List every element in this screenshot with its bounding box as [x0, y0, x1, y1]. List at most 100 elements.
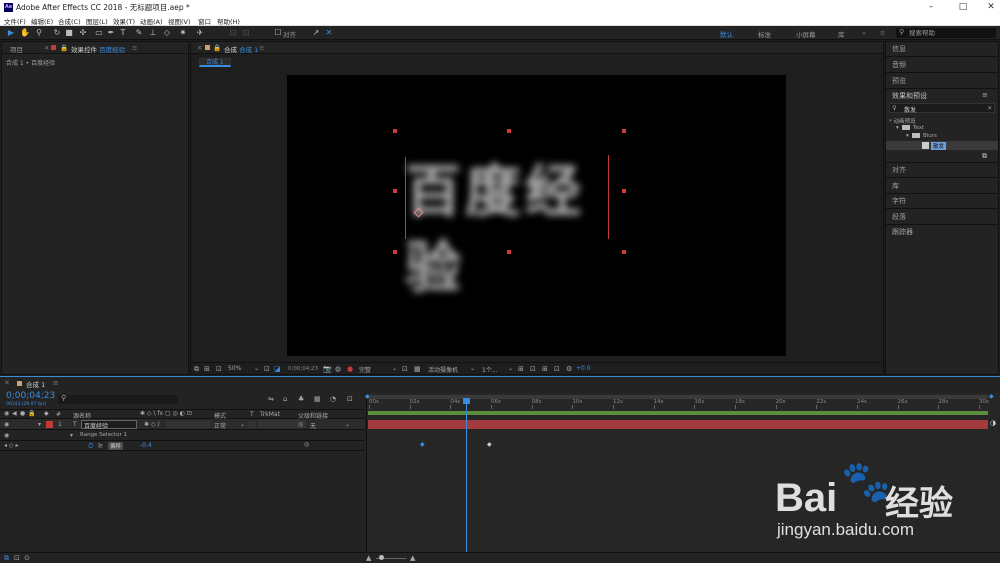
- range-visibility-icon[interactable]: ◉: [4, 432, 9, 439]
- work-area-bar[interactable]: [368, 395, 988, 399]
- workspace-more-icon[interactable]: »: [862, 29, 866, 37]
- timeline-icon[interactable]: ⊞: [542, 365, 548, 373]
- channel-icon[interactable]: ●: [347, 365, 353, 373]
- menu-file[interactable]: 文件(F): [4, 16, 26, 26]
- playhead-handle[interactable]: [463, 398, 470, 404]
- mode-dropdown-icon[interactable]: ⌄: [240, 421, 245, 428]
- puppet-tool-icon[interactable]: ✈: [195, 28, 205, 38]
- tree-toggle-icon[interactable]: ▾: [896, 125, 899, 131]
- zoom-out-icon[interactable]: ▲: [366, 554, 371, 562]
- minimize-button[interactable]: –: [924, 2, 938, 13]
- panel-preview[interactable]: 预览: [892, 76, 906, 86]
- new-folder-icon[interactable]: ⧉: [982, 152, 987, 161]
- region-icon[interactable]: ⊞: [204, 365, 210, 373]
- world-axis-icon[interactable]: ⊡: [241, 28, 251, 38]
- layer-duration-bar[interactable]: [368, 420, 988, 429]
- menu-view[interactable]: 视图(V): [168, 16, 191, 26]
- clone-stamp-tool-icon[interactable]: ⊥: [148, 28, 158, 38]
- hand-tool-icon[interactable]: ✋: [20, 28, 30, 38]
- toggle-switches-icon[interactable]: ⧉: [4, 554, 9, 563]
- panel-align[interactable]: 对齐: [892, 165, 906, 175]
- exposure-value[interactable]: +0.0: [576, 365, 591, 372]
- exposure-icon[interactable]: ⚙: [566, 365, 572, 373]
- viewer-timecode[interactable]: 0;00;04;23: [288, 366, 318, 372]
- show-snapshot-icon[interactable]: ◍: [335, 365, 341, 373]
- align-checkbox[interactable]: ☐: [273, 28, 283, 38]
- frame-blending-icon[interactable]: ▦: [314, 395, 321, 403]
- expression-pickwhip-icon[interactable]: ◎: [304, 441, 309, 448]
- toggle-inout-icon[interactable]: ⊙: [24, 554, 30, 562]
- panel-menu-icon[interactable]: ≡: [982, 91, 988, 99]
- maximize-button[interactable]: □: [956, 2, 970, 13]
- workspace-default[interactable]: 默认: [720, 29, 733, 39]
- resolution-select[interactable]: 完整: [359, 365, 371, 374]
- rotate-tool-icon[interactable]: ↻: [52, 28, 62, 38]
- tree-animation-presets[interactable]: * 动画预设: [889, 117, 916, 125]
- panel-effects-presets[interactable]: 效果和预设: [892, 91, 927, 101]
- panel-close-icon[interactable]: ✕: [4, 379, 10, 387]
- transform-handle[interactable]: [393, 189, 397, 193]
- mask-icon[interactable]: ◪: [274, 365, 281, 373]
- menu-window[interactable]: 窗口: [198, 16, 211, 26]
- effects-search-input[interactable]: ⚲ 散发 ✕: [889, 103, 995, 114]
- menu-edit[interactable]: 编辑(E): [31, 16, 53, 26]
- roi-icon[interactable]: ⊡: [402, 365, 408, 373]
- panel-library[interactable]: 库: [892, 181, 899, 191]
- layer-mode-select[interactable]: 正常: [214, 421, 226, 430]
- menu-help[interactable]: 帮助(H): [217, 16, 240, 26]
- tab-project[interactable]: 项目: [10, 44, 23, 54]
- zoom-tool-icon[interactable]: ⚲: [34, 28, 44, 38]
- keyframe-prev-icon[interactable]: ◂ ◇ ▸: [4, 442, 18, 449]
- motion-blur-icon[interactable]: ◔: [330, 395, 336, 403]
- pen-tool-icon[interactable]: ✒: [106, 28, 116, 38]
- roto-brush-tool-icon[interactable]: ✷: [178, 28, 188, 38]
- panel-audio[interactable]: 音频: [892, 60, 906, 70]
- graph-icon[interactable]: ⊵: [98, 442, 103, 449]
- panel-menu-icon[interactable]: ≡: [53, 379, 59, 387]
- toggle-pixel-icon[interactable]: ⊞: [518, 365, 524, 373]
- camera-select[interactable]: 活动摄像机: [428, 365, 458, 374]
- range-start-line[interactable]: [405, 157, 406, 239]
- parent-dropdown-icon[interactable]: ⌄: [345, 421, 350, 428]
- transform-handle[interactable]: [622, 129, 626, 133]
- comp-button-icon[interactable]: ◑: [990, 419, 996, 427]
- fast-preview-icon[interactable]: ⊡: [530, 365, 536, 373]
- tab-composition[interactable]: 合成 合成 1: [224, 44, 258, 54]
- timeline-timecode[interactable]: 0;00;04;23: [6, 391, 55, 401]
- transform-handle[interactable]: [622, 189, 626, 193]
- views-dropdown-icon[interactable]: ⌄: [508, 365, 513, 372]
- clear-search-icon[interactable]: ✕: [987, 104, 992, 112]
- flowchart-icon[interactable]: ⊡: [554, 365, 560, 373]
- range-end-line[interactable]: [608, 155, 609, 239]
- canvas-text-layer[interactable]: 百度经验: [405, 155, 625, 301]
- menu-composition[interactable]: 合成(C): [58, 16, 81, 26]
- layer-name-field[interactable]: 百度经验: [81, 420, 137, 430]
- range-selector-label[interactable]: Range Selector 1: [80, 432, 127, 438]
- workspace-menu-icon[interactable]: ≡: [880, 29, 885, 37]
- graph-editor-icon[interactable]: ⊡: [347, 395, 353, 403]
- local-axis-icon[interactable]: ⊡: [228, 28, 238, 38]
- panel-tracker[interactable]: 跟踪器: [892, 227, 913, 237]
- snap-icon[interactable]: ↗: [311, 28, 321, 38]
- grid-icon[interactable]: ⊡: [216, 365, 222, 373]
- zoom-slider-handle[interactable]: [379, 555, 384, 560]
- expand-icon[interactable]: ✕: [324, 28, 334, 38]
- shy-icon[interactable]: ♣: [298, 395, 304, 403]
- tab-effect-controls[interactable]: 效果控件 百度经验: [71, 44, 125, 54]
- transform-handle[interactable]: [393, 250, 397, 254]
- transparency-grid-icon[interactable]: ▦: [414, 365, 421, 373]
- draft-3d-icon[interactable]: ⌂: [283, 395, 287, 403]
- workspace-library[interactable]: 库: [838, 29, 845, 39]
- playhead-line[interactable]: [466, 401, 467, 561]
- zoom-select[interactable]: 50%: [228, 365, 241, 372]
- layer-parent-select[interactable]: 无: [310, 421, 316, 430]
- close-button[interactable]: ✕: [984, 2, 998, 13]
- rectangle-tool-icon[interactable]: ▭: [94, 28, 104, 38]
- zoom-dropdown-icon[interactable]: ⌄: [254, 365, 259, 372]
- property-value[interactable]: -0.4: [140, 442, 152, 449]
- selection-tool-icon[interactable]: ▶: [6, 28, 16, 38]
- workspace-standard[interactable]: 标准: [758, 29, 771, 39]
- tree-toggle-icon[interactable]: ▾: [906, 133, 909, 139]
- panel-info[interactable]: 信息: [892, 44, 906, 54]
- transform-handle[interactable]: [622, 250, 626, 254]
